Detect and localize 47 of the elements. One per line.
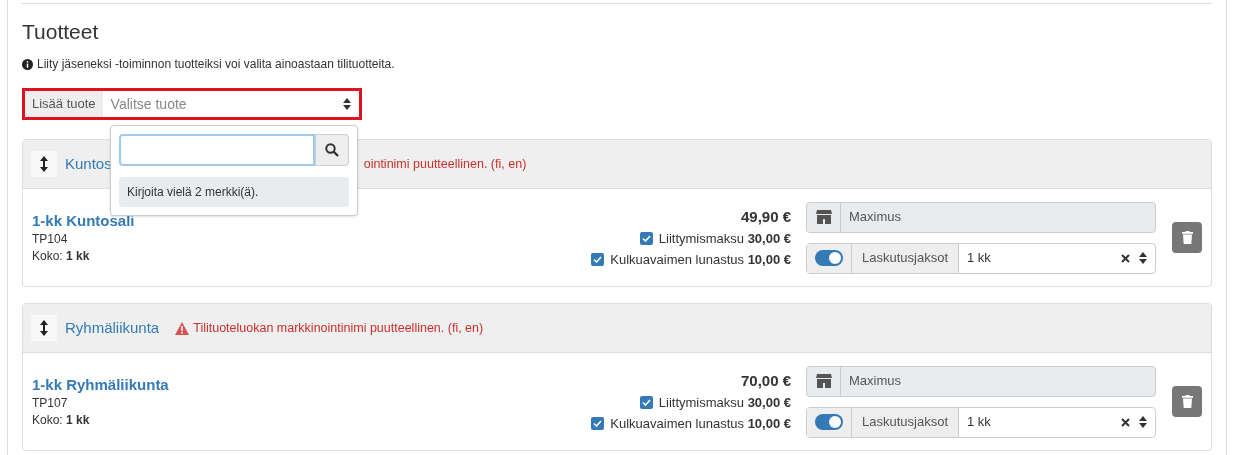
vertical-arrows-icon bbox=[40, 320, 48, 336]
add-product-label: Lisää tuote bbox=[25, 91, 103, 117]
product-size: Koko: 1 kk bbox=[32, 411, 91, 429]
product-price: 70,00 € bbox=[740, 370, 791, 391]
location-field[interactable]: Maximus bbox=[806, 201, 1156, 233]
location-value: Maximus bbox=[848, 208, 902, 227]
vertical-arrows-icon bbox=[40, 156, 48, 172]
product-code: TP107 bbox=[32, 394, 69, 412]
checkbox[interactable] bbox=[639, 395, 653, 409]
info-icon bbox=[22, 58, 33, 70]
delete-button[interactable] bbox=[1172, 386, 1202, 417]
checkmark-icon bbox=[641, 398, 651, 406]
fee-label: Liittymismaksu 30,00 € bbox=[658, 229, 791, 248]
search-hint: Kirjoita vielä 2 merkki(ä). bbox=[119, 177, 349, 207]
sort-caret-icon bbox=[343, 98, 351, 110]
category-title: Kuntos bbox=[65, 153, 112, 174]
checkmark-icon bbox=[593, 255, 603, 263]
product-code: TP104 bbox=[32, 230, 69, 248]
product-name-link[interactable]: 1-kk Kuntosali bbox=[32, 210, 135, 231]
reorder-handle[interactable] bbox=[31, 315, 57, 341]
checkbox[interactable] bbox=[591, 252, 605, 266]
fee-label: Liittymismaksu 30,00 € bbox=[658, 393, 791, 412]
checkbox[interactable] bbox=[639, 231, 653, 245]
product-name-link[interactable]: 1-kk Ryhmäliikunta bbox=[32, 374, 169, 395]
checkbox[interactable] bbox=[591, 416, 605, 430]
checkmark-icon bbox=[593, 419, 603, 427]
location-value: Maximus bbox=[848, 372, 902, 391]
checkmark-icon bbox=[641, 234, 651, 242]
search-field[interactable] bbox=[119, 134, 316, 166]
delete-button[interactable] bbox=[1172, 222, 1202, 253]
location-field[interactable]: Maximus bbox=[806, 365, 1156, 397]
search-icon bbox=[325, 143, 340, 157]
section-title: Tuotteet bbox=[22, 19, 100, 45]
warning-text: ointinimi puutteellinen. (fi, en) bbox=[363, 155, 527, 173]
product-size: Koko: 1 kk bbox=[32, 247, 91, 265]
trash-icon bbox=[1181, 231, 1193, 244]
store-icon bbox=[815, 210, 832, 224]
fee-label: Kulkuavaimen lunastus 10,00 € bbox=[610, 250, 791, 269]
search-button[interactable] bbox=[315, 134, 349, 166]
store-icon bbox=[815, 374, 832, 388]
warning-text: Tilituoteluokan markkinointinimi puutteellinen. (fi, en) bbox=[193, 319, 484, 337]
info-text: Liity jäseneksi -toiminnon tuotteiksi voi valita ainoastaan tilituotteita. bbox=[37, 56, 395, 73]
category-title: Ryhmäliikunta bbox=[65, 317, 160, 338]
fee-label: Kulkuavaimen lunastus 10,00 € bbox=[610, 414, 791, 433]
trash-icon bbox=[1181, 395, 1193, 408]
product-price: 49,90 € bbox=[740, 206, 791, 227]
reorder-handle[interactable] bbox=[31, 151, 57, 177]
